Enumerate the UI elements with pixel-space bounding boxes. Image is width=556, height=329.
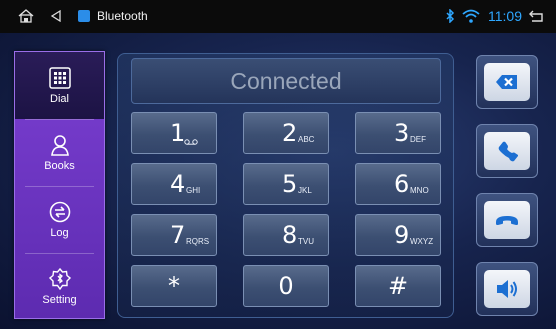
key-letters: JKL [298,186,312,195]
key-hash[interactable]: # [355,265,441,307]
hangup-icon [496,216,518,225]
key-8[interactable]: 8 TVU [243,214,329,256]
sidebar-item-label: Dial [50,92,69,105]
sidebar-item-label: Log [50,226,69,239]
key-2[interactable]: 2 ABC [243,112,329,154]
key-0[interactable]: 0 [243,265,329,307]
key-4[interactable]: 4 GHI [131,163,217,205]
backspace-icon [496,75,517,89]
settings-icon [48,267,71,290]
phone-icon [498,141,518,162]
key-letters: TVU [298,237,314,246]
key-digit: * [168,272,180,300]
backspace-button[interactable] [476,55,538,109]
volume-button[interactable] [476,262,538,316]
sidebar-item-label: Books [44,159,75,172]
key-7[interactable]: 7 RQRS [131,214,217,256]
call-button[interactable] [476,124,538,178]
clock-time: 11:09 [488,8,522,24]
key-digit: 2 [282,119,298,147]
key-star[interactable]: * [131,265,217,307]
key-digit: 5 [282,170,298,198]
key-letters: RQRS [186,237,210,246]
key-digit: 0 [278,272,294,300]
key-letters: WXYZ [410,237,434,246]
sidebar-item-label: Setting [42,293,77,306]
bluetooth-status-icon [446,9,455,23]
sidebar-item-dial[interactable]: Dial [15,52,104,119]
key-1[interactable]: 1 [131,112,217,154]
key-digit: 6 [394,170,410,198]
key-6[interactable]: 6 MNO [355,163,441,205]
back-icon[interactable] [51,10,61,22]
key-digit: 8 [282,221,298,249]
key-letters: ABC [298,135,315,144]
key-5[interactable]: 5 JKL [243,163,329,205]
sidebar: Dial Books Log Setting [14,51,105,319]
key-digit: # [387,272,409,300]
key-digit: 9 [394,221,410,249]
connection-status-display: Connected [131,58,441,104]
contact-icon [50,134,69,156]
return-icon[interactable] [528,9,544,23]
button-face [484,270,530,308]
wifi-icon [462,9,480,23]
bluetooth-app-icon [78,10,90,22]
status-bar: Bluetooth 11:09 [0,0,556,33]
button-face [484,132,530,170]
key-digit: 4 [170,170,186,198]
hangup-button[interactable] [476,193,538,247]
key-digit: 1 [170,119,186,147]
call-log-icon [49,201,70,222]
volume-icon [497,280,517,298]
sidebar-item-setting[interactable]: Setting [15,253,104,320]
button-face [484,63,530,101]
voicemail-icon [184,139,198,145]
window-title: Bluetooth [97,9,148,23]
key-letters: GHI [186,186,201,195]
key-letters: DEF [410,135,426,144]
key-3[interactable]: 3 DEF [355,112,441,154]
button-face [484,201,530,239]
sidebar-item-log[interactable]: Log [15,186,104,253]
key-9[interactable]: 9 WXYZ [355,214,441,256]
key-letters: MNO [410,186,429,195]
sidebar-item-books[interactable]: Books [15,119,104,186]
key-digit: 3 [394,119,410,147]
home-icon[interactable] [18,9,34,23]
key-digit: 7 [170,221,186,249]
dialpad-icon [48,66,71,89]
